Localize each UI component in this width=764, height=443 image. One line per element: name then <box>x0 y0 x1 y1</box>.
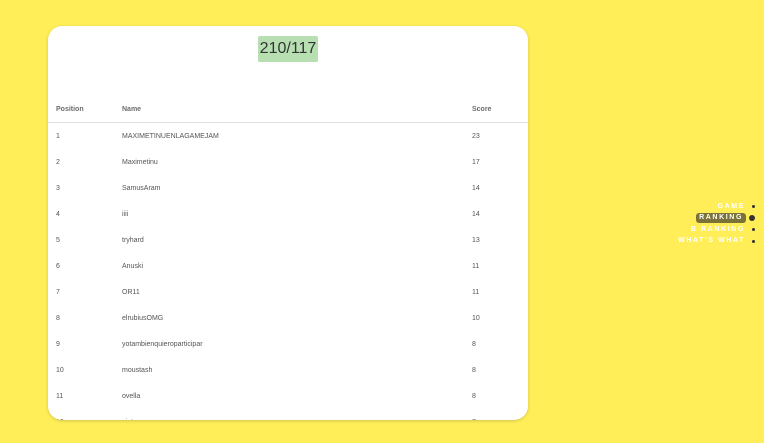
row-position: 5 <box>56 236 60 244</box>
table-row: 9 yotambienquieroparticipar 8 <box>48 331 528 357</box>
nav-dot-icon[interactable] <box>752 239 755 243</box>
header-name[interactable]: Name <box>122 96 472 123</box>
row-name: Anuski <box>122 262 144 270</box>
row-position: 3 <box>56 184 60 192</box>
ranking-card: 210/117 Position Name Score 1 MAXIMETINU… <box>48 26 528 420</box>
row-name: iiii <box>122 210 129 218</box>
row-score: 10 <box>472 314 480 322</box>
table-row: 1 MAXIMETINUENLAGAMEJAM 23 <box>48 123 528 150</box>
nav-item-whats-what[interactable]: WHAT'S WHAT <box>675 236 755 248</box>
row-position: 11 <box>56 392 64 400</box>
entries-counter: 210/117 <box>257 36 319 62</box>
row-name: moustash <box>122 366 153 374</box>
row-score: 17 <box>472 158 480 166</box>
nav-label: B RANKING <box>690 225 745 233</box>
row-position: 8 <box>56 314 60 322</box>
table-header-row: Position Name Score <box>48 96 528 123</box>
row-position: 1 <box>56 132 60 140</box>
row-name: OR11 <box>122 288 140 296</box>
row-score: 14 <box>472 184 480 192</box>
row-score: 14 <box>472 210 480 218</box>
header-score[interactable]: Score <box>472 96 528 123</box>
table-row: 4 iiii 14 <box>48 201 528 227</box>
counter-wrap: 210/117 <box>48 36 528 62</box>
row-position: 7 <box>56 288 60 296</box>
nav-label: GAME <box>717 202 745 210</box>
row-name: tryhard <box>122 236 144 244</box>
row-name: MAXIMETINUENLAGAMEJAM <box>122 132 219 140</box>
row-name: yotambienquieroparticipar <box>122 340 203 348</box>
table-row: 6 Anuski 11 <box>48 253 528 279</box>
row-position: 12 <box>48 409 122 421</box>
nav-item-game[interactable]: GAME <box>675 201 755 213</box>
nav-dot-icon[interactable] <box>752 228 755 232</box>
nav-dot-icon[interactable] <box>749 215 755 222</box>
row-score: 13 <box>472 236 480 244</box>
row-name: SamusAram <box>122 184 161 192</box>
table-row: 3 SamusAram 14 <box>48 175 528 201</box>
row-score: 11 <box>472 288 480 296</box>
row-score: 23 <box>472 132 480 140</box>
row-position: 4 <box>56 210 60 218</box>
row-name: elrubiusOMG <box>122 314 164 322</box>
row-position: 2 <box>56 158 60 166</box>
table-row: 5 tryhard 13 <box>48 227 528 253</box>
row-name: siete <box>122 409 472 421</box>
table-row: 8 elrubiusOMG 10 <box>48 305 528 331</box>
row-score: 8 <box>472 366 476 374</box>
page: 210/117 Position Name Score 1 MAXIMETINU… <box>0 0 764 443</box>
nav-dot-icon[interactable] <box>752 205 755 209</box>
row-name: Maximetinu <box>122 158 158 166</box>
nav-item-b-ranking[interactable]: B RANKING <box>675 224 755 236</box>
table-row: 2 Maximetinu 17 <box>48 149 528 175</box>
row-score: 8 <box>472 392 476 400</box>
nav-label: RANKING <box>696 213 746 224</box>
row-score: 7 <box>472 409 528 421</box>
row-position: 9 <box>56 340 60 348</box>
ranking-table: Position Name Score 1 MAXIMETINUENLAGAME… <box>48 96 528 420</box>
table-row: 11 ovella 8 <box>48 383 528 409</box>
row-position: 10 <box>56 366 64 374</box>
header-position[interactable]: Position <box>48 96 122 123</box>
section-nav: GAME RANKING B RANKING WHAT'S WHAT <box>675 201 755 247</box>
table-row: 12 siete 7 <box>48 409 528 421</box>
nav-item-ranking[interactable]: RANKING <box>675 213 755 225</box>
row-name: ovella <box>122 392 141 400</box>
table-row: 10 moustash 8 <box>48 357 528 383</box>
row-score: 8 <box>472 340 476 348</box>
row-position: 6 <box>56 262 60 270</box>
row-score: 11 <box>472 262 480 270</box>
table-row: 7 OR11 11 <box>48 279 528 305</box>
nav-label: WHAT'S WHAT <box>678 237 745 245</box>
